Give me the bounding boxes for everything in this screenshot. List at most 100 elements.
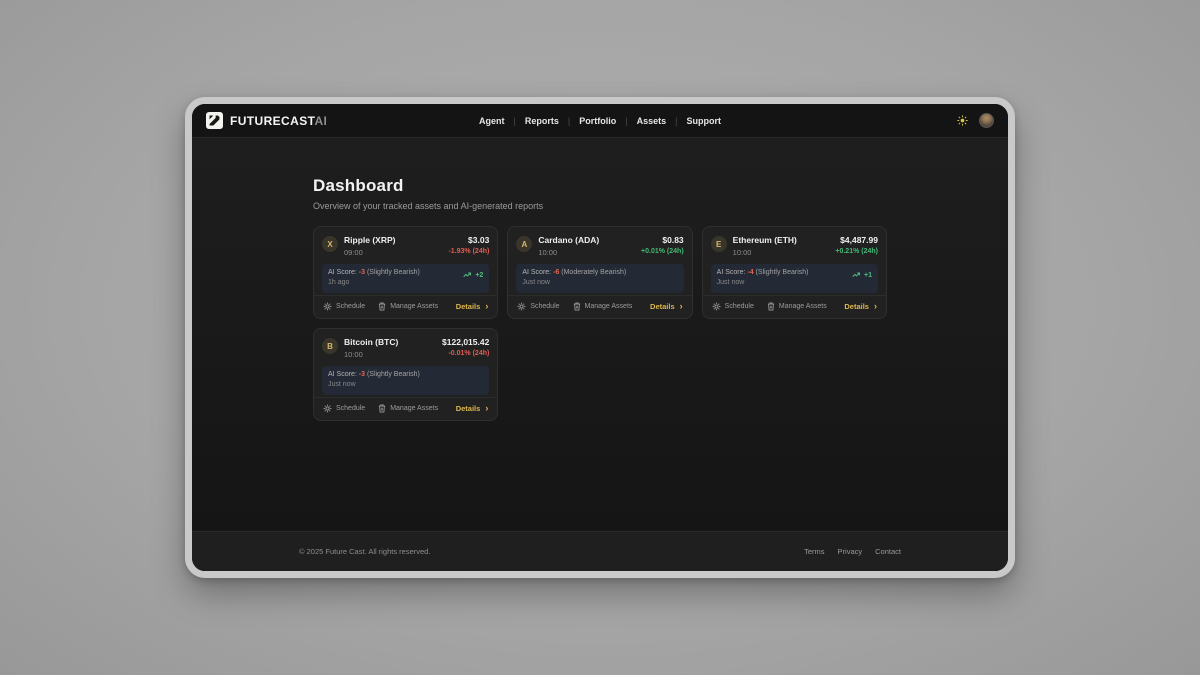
manage-assets-button[interactable]: Manage Assets [573, 302, 633, 311]
schedule-label: Schedule [530, 303, 559, 310]
schedule-label: Schedule [336, 303, 365, 310]
card-header: B Bitcoin (BTC) 10:00 $122,015.42 -0.01%… [322, 337, 489, 359]
nav-separator: | [514, 116, 516, 126]
card-actions: Schedule Manage Assets Details › [703, 295, 886, 311]
page-subtitle: Overview of your tracked assets and AI-g… [313, 201, 887, 211]
coin-name: Cardano (ADA) [538, 235, 599, 245]
gear-icon [517, 302, 526, 311]
navbar-right [955, 113, 994, 128]
details-button[interactable]: Details › [456, 302, 489, 311]
manage-assets-label: Manage Assets [390, 405, 438, 412]
asset-card-bitcoin: B Bitcoin (BTC) 10:00 $122,015.42 -0.01%… [313, 328, 498, 421]
nav-item-assets[interactable]: Assets [637, 116, 667, 126]
nav-separator: | [625, 116, 627, 126]
schedule-button[interactable]: Schedule [712, 302, 754, 311]
ai-score-strip: AI Score: -3 (Slightly Bearish) Just now [322, 366, 489, 395]
chevron-right-icon: › [874, 303, 877, 310]
asset-card-ripple: X Ripple (XRP) 09:00 $3.03 -1.93% (24h) … [313, 226, 498, 319]
details-button[interactable]: Details › [650, 302, 683, 311]
score-value: -4 [747, 269, 753, 276]
score-updated: Just now [522, 278, 626, 289]
manage-assets-button[interactable]: Manage Assets [767, 302, 827, 311]
coin-name: Ethereum (ETH) [733, 235, 797, 245]
coin-avatar: A [516, 236, 532, 252]
coin-change: +0.21% (24h) [835, 248, 878, 255]
coin-avatar: B [322, 338, 338, 354]
score-value: -3 [359, 371, 365, 378]
sun-icon[interactable] [955, 114, 969, 128]
coin-time: 10:00 [538, 248, 599, 257]
card-header: A Cardano (ADA) 10:00 $0.83 +0.01% (24h) [516, 235, 683, 257]
brand-name: FUTURECASTAI [230, 114, 327, 128]
nav-separator: | [568, 116, 570, 126]
futurecast-logo-icon [206, 112, 223, 129]
nav-item-reports[interactable]: Reports [525, 116, 559, 126]
coin-price: $3.03 [448, 235, 489, 245]
trash-icon [573, 302, 581, 311]
coin-change: -1.93% (24h) [448, 248, 489, 255]
gear-icon [323, 404, 332, 413]
schedule-button[interactable]: Schedule [323, 302, 365, 311]
ai-score-strip: AI Score: -6 (Moderately Bearish) Just n… [516, 264, 683, 293]
ai-score-strip: AI Score: -4 (Slightly Bearish) Just now… [711, 264, 878, 293]
card-header: X Ripple (XRP) 09:00 $3.03 -1.93% (24h) [322, 235, 489, 257]
trash-icon [378, 404, 386, 413]
schedule-label: Schedule [336, 405, 365, 412]
chevron-right-icon: › [680, 303, 683, 310]
score-label: AI Score: [328, 371, 357, 378]
trending-up-icon [463, 272, 472, 278]
schedule-button[interactable]: Schedule [517, 302, 559, 311]
user-avatar[interactable] [979, 113, 994, 128]
manage-assets-button[interactable]: Manage Assets [378, 404, 438, 413]
card-actions: Schedule Manage Assets Details › [314, 397, 497, 413]
score-updated: Just now [328, 380, 420, 391]
footer-links: Terms Privacy Contact [804, 547, 901, 556]
details-button[interactable]: Details › [456, 404, 489, 413]
nav-item-portfolio[interactable]: Portfolio [579, 116, 616, 126]
coin-price: $122,015.42 [442, 337, 489, 347]
copyright-text: © 2025 Future Cast. All rights reserved. [299, 547, 430, 556]
card-actions: Schedule Manage Assets Details › [508, 295, 691, 311]
score-sentiment: (Slightly Bearish) [756, 269, 809, 276]
score-label: AI Score: [522, 269, 551, 276]
footer-link-contact[interactable]: Contact [875, 547, 901, 556]
coin-time: 09:00 [344, 248, 395, 257]
score-sentiment: (Slightly Bearish) [367, 269, 420, 276]
asset-card-cardano: A Cardano (ADA) 10:00 $0.83 +0.01% (24h)… [507, 226, 692, 319]
card-header: E Ethereum (ETH) 10:00 $4,487.99 +0.21% … [711, 235, 878, 257]
main-content: Dashboard Overview of your tracked asset… [192, 138, 1008, 531]
manage-assets-label: Manage Assets [779, 303, 827, 310]
ai-score-strip: AI Score: -3 (Slightly Bearish) 1h ago +… [322, 264, 489, 293]
card-actions: Schedule Manage Assets Details › [314, 295, 497, 311]
trend-badge: +1 [852, 268, 872, 279]
coin-price: $4,487.99 [835, 235, 878, 245]
manage-assets-button[interactable]: Manage Assets [378, 302, 438, 311]
nav-separator: | [675, 116, 677, 126]
main-nav: Agent | Reports | Portfolio | Assets | S… [479, 116, 721, 126]
coin-time: 10:00 [344, 350, 398, 359]
score-sentiment: (Slightly Bearish) [367, 371, 420, 378]
chevron-right-icon: › [485, 303, 488, 310]
trend-value: +2 [475, 272, 483, 279]
footer-link-privacy[interactable]: Privacy [838, 547, 863, 556]
trend-value: +1 [864, 272, 872, 279]
coin-avatar: X [322, 236, 338, 252]
score-sentiment: (Moderately Bearish) [561, 269, 626, 276]
nav-item-agent[interactable]: Agent [479, 116, 505, 126]
schedule-button[interactable]: Schedule [323, 404, 365, 413]
trending-up-icon [852, 272, 861, 278]
score-value: -6 [553, 269, 559, 276]
details-button[interactable]: Details › [844, 302, 877, 311]
score-label: AI Score: [717, 269, 746, 276]
details-label: Details [456, 302, 481, 311]
coin-time: 10:00 [733, 248, 797, 257]
trash-icon [378, 302, 386, 311]
details-label: Details [844, 302, 869, 311]
app-window: FUTURECASTAI Agent | Reports | Portfolio… [185, 97, 1015, 578]
coin-change: -0.01% (24h) [442, 350, 489, 357]
coin-name: Ripple (XRP) [344, 235, 395, 245]
footer-link-terms[interactable]: Terms [804, 547, 824, 556]
asset-card-ethereum: E Ethereum (ETH) 10:00 $4,487.99 +0.21% … [702, 226, 887, 319]
nav-item-support[interactable]: Support [686, 116, 721, 126]
brand[interactable]: FUTURECASTAI [206, 112, 327, 129]
